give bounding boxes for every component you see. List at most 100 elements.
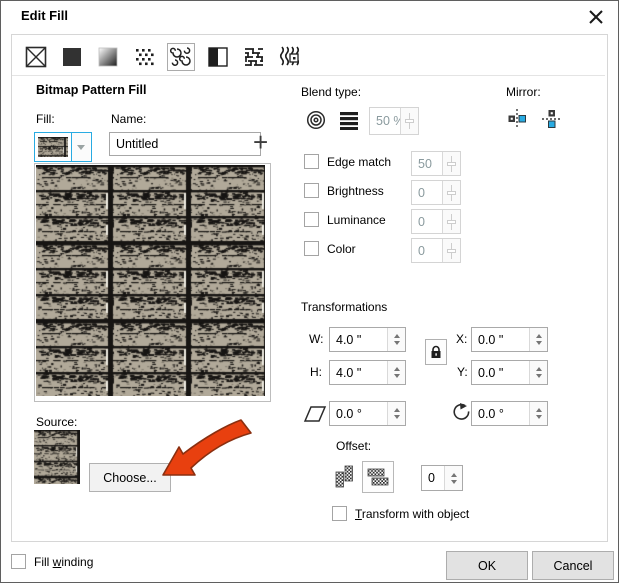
height-value[interactable]: 4.0 " [330, 361, 387, 384]
vector-pattern-fill-icon[interactable] [131, 44, 157, 70]
skew-spinner[interactable]: 0.0 ° [329, 401, 406, 426]
transform-with-object-checkbox[interactable] [332, 506, 347, 521]
close-icon[interactable] [586, 7, 606, 27]
spin-up-icon[interactable] [393, 367, 400, 371]
fountain-fill-icon[interactable] [95, 44, 121, 70]
texture-fill-icon[interactable] [241, 44, 267, 70]
brightness-spin-buttons [442, 181, 460, 204]
row-offset-icon[interactable] [362, 461, 394, 493]
fill-winding-checkbox[interactable] [11, 554, 26, 569]
pattern-preview [34, 163, 271, 402]
edge-match-spin-buttons [442, 152, 460, 175]
lock-aspect-button[interactable] [425, 339, 447, 365]
edit-fill-dialog: Edit Fill Bitmap Pattern Fill Fill: Name… [0, 0, 619, 583]
cancel-button[interactable]: Cancel [532, 551, 614, 580]
x-value[interactable]: 0.0 " [472, 328, 529, 351]
name-label: Name: [111, 112, 147, 126]
x-spinner[interactable]: 0.0 " [471, 327, 548, 352]
no-fill-icon[interactable] [23, 44, 49, 70]
x-label: X: [456, 332, 468, 346]
spin-up-icon[interactable] [535, 367, 542, 371]
source-thumbnail [34, 430, 80, 484]
color-value: 0 [418, 243, 425, 258]
spin-down-icon[interactable] [393, 415, 400, 419]
y-spin-buttons[interactable] [529, 361, 547, 384]
spin-down-icon[interactable] [393, 374, 400, 378]
toolbar-separator [12, 75, 605, 76]
offset-amount-spinner[interactable]: 0 [421, 465, 463, 491]
rotate-spin-buttons[interactable] [529, 402, 547, 425]
skew-value[interactable]: 0.0 ° [330, 402, 387, 425]
spin-up-icon[interactable] [450, 472, 457, 477]
spin-down-icon[interactable] [535, 374, 542, 378]
x-spin-buttons[interactable] [529, 328, 547, 351]
source-label: Source: [36, 415, 78, 429]
spin-slider-icon [446, 184, 457, 201]
y-label: Y: [457, 365, 468, 379]
fill-dropdown-arrow[interactable] [71, 133, 90, 161]
blend-amount-spin-buttons [400, 108, 418, 134]
spin-down-icon[interactable] [535, 415, 542, 419]
height-spinner[interactable]: 4.0 " [329, 360, 406, 385]
bitmap-pattern-fill-icon[interactable] [167, 43, 195, 71]
transform-with-object-row: Transform with object [332, 506, 469, 521]
linear-blend-icon[interactable] [337, 108, 361, 132]
offset-label: Offset: [336, 439, 372, 453]
spin-up-icon[interactable] [535, 334, 542, 338]
y-spinner[interactable]: 0.0 " [471, 360, 548, 385]
height-spin-buttons[interactable] [387, 361, 405, 384]
spin-down-icon[interactable] [535, 341, 542, 345]
skew-icon [302, 403, 328, 425]
edge-match-spinner: 50 [411, 151, 461, 176]
spin-slider-icon [446, 242, 457, 259]
fill-thumbnail [35, 133, 71, 161]
spin-down-icon[interactable] [450, 479, 457, 484]
brightness-row: Brightness [304, 183, 384, 198]
brightness-checkbox[interactable] [304, 183, 319, 198]
y-value[interactable]: 0.0 " [472, 361, 529, 384]
color-spinner: 0 [411, 238, 461, 263]
ok-button[interactable]: OK [446, 551, 528, 580]
postscript-fill-icon[interactable] [277, 44, 303, 70]
luminance-checkbox[interactable] [304, 212, 319, 227]
spin-up-icon[interactable] [535, 408, 542, 412]
rotate-icon [451, 402, 473, 424]
offset-spin-buttons[interactable] [444, 466, 462, 490]
brightness-value: 0 [418, 185, 425, 200]
width-value[interactable]: 4.0 " [330, 328, 387, 351]
edge-match-row: Edge match [304, 154, 391, 169]
name-input[interactable] [109, 132, 261, 156]
brightness-label: Brightness [327, 183, 384, 198]
spin-up-icon[interactable] [393, 334, 400, 338]
luminance-value: 0 [418, 214, 425, 229]
edge-match-checkbox[interactable] [304, 154, 319, 169]
rotate-spinner[interactable]: 0.0 ° [471, 401, 548, 426]
color-spin-buttons [442, 239, 460, 262]
fill-picker-dropdown[interactable] [34, 132, 92, 162]
choose-button[interactable]: Choose... [89, 463, 171, 492]
lock-icon [431, 345, 441, 358]
mirror-label: Mirror: [506, 85, 541, 99]
mirror-horizontal-icon[interactable] [506, 108, 528, 130]
radial-blend-icon[interactable] [304, 108, 328, 132]
mirror-vertical-icon[interactable] [541, 108, 563, 130]
panel-heading: Bitmap Pattern Fill [36, 83, 147, 97]
blend-amount-spinner: 50 % [369, 107, 419, 135]
add-fill-button[interactable]: + [253, 129, 268, 155]
spin-up-icon[interactable] [393, 408, 400, 412]
width-spinner[interactable]: 4.0 " [329, 327, 406, 352]
uniform-fill-icon[interactable] [59, 44, 85, 70]
brightness-spinner: 0 [411, 180, 461, 205]
skew-spin-buttons[interactable] [387, 402, 405, 425]
two-color-pattern-fill-icon[interactable] [205, 44, 231, 70]
width-spin-buttons[interactable] [387, 328, 405, 351]
chevron-down-icon [77, 144, 85, 150]
color-label: Color [327, 241, 356, 256]
rotate-value[interactable]: 0.0 ° [472, 402, 529, 425]
color-checkbox[interactable] [304, 241, 319, 256]
blend-amount-value: 50 % [376, 114, 400, 128]
offset-value[interactable]: 0 [422, 466, 444, 490]
edge-match-value: 50 [418, 156, 432, 171]
column-offset-icon[interactable] [332, 463, 358, 491]
spin-down-icon[interactable] [393, 341, 400, 345]
